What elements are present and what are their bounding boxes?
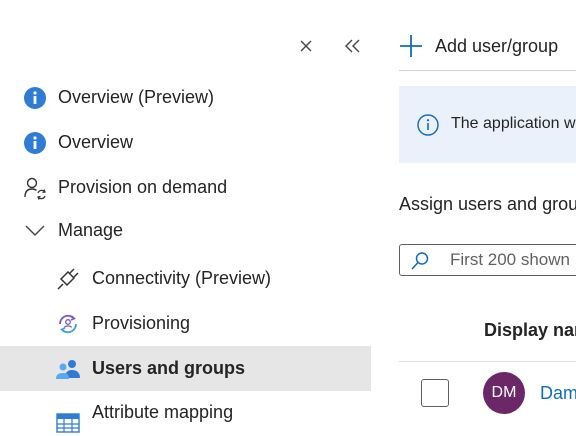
add-user-group-label: Add user/group	[435, 35, 559, 56]
table-icon	[55, 410, 81, 436]
sidebar: Overview (Preview) Overview Provision on…	[0, 0, 371, 433]
sidebar-item-label: Overview	[58, 132, 134, 152]
people-icon	[55, 356, 81, 382]
sidebar-item-label: Attribute mapping	[92, 402, 234, 422]
chevron-down-icon	[22, 218, 48, 244]
column-header-display-name[interactable]: Display nar	[484, 320, 576, 341]
table-divider	[399, 361, 576, 362]
banner-text: The application w	[451, 115, 576, 132]
add-user-group-button[interactable]: Add user/group	[399, 28, 558, 64]
info-icon	[22, 85, 48, 111]
search-input[interactable]	[450, 245, 576, 275]
sidebar-item-provisioning[interactable]: Provisioning	[0, 301, 371, 346]
sidebar-item-attribute-mapping[interactable]: Attribute mapping	[0, 390, 371, 435]
sidebar-item-label: Provisioning	[92, 313, 191, 333]
sidebar-item-label: Connectivity (Preview)	[92, 268, 272, 288]
row-display-name-link[interactable]: Dam	[540, 383, 576, 404]
sidebar-item-label: Overview (Preview)	[58, 87, 215, 107]
command-bar-divider	[399, 70, 576, 71]
sidebar-item-label: Users and groups	[92, 358, 246, 378]
sidebar-item-label: Manage	[58, 220, 124, 240]
plug-icon	[55, 266, 81, 292]
avatar: DM	[483, 372, 525, 414]
main-content: Add user/group The application w Assign …	[371, 0, 576, 431]
search-box	[399, 244, 576, 276]
info-icon	[22, 130, 48, 156]
sidebar-item-connectivity-preview[interactable]: Connectivity (Preview)	[0, 256, 371, 301]
sidebar-item-provision-on-demand[interactable]: Provision on demand	[0, 165, 371, 210]
sidebar-item-label: Provision on demand	[58, 177, 228, 197]
info-banner: The application w	[399, 86, 576, 163]
row-checkbox[interactable]	[421, 379, 449, 407]
person-sync-icon	[22, 175, 48, 201]
add-icon	[399, 34, 423, 58]
close-icon[interactable]	[294, 34, 318, 58]
info-outline-icon	[417, 114, 439, 141]
sidebar-item-overview-preview[interactable]: Overview (Preview)	[0, 75, 371, 120]
collapse-pane-icon[interactable]	[341, 34, 365, 58]
sidebar-item-users-and-groups[interactable]: Users and groups	[0, 346, 371, 391]
sidebar-group-manage[interactable]: Manage	[0, 208, 371, 253]
sidebar-item-overview[interactable]: Overview	[0, 120, 371, 165]
assign-description: Assign users and grou	[399, 194, 576, 214]
provisioning-icon	[55, 311, 81, 337]
search-icon	[410, 251, 430, 276]
